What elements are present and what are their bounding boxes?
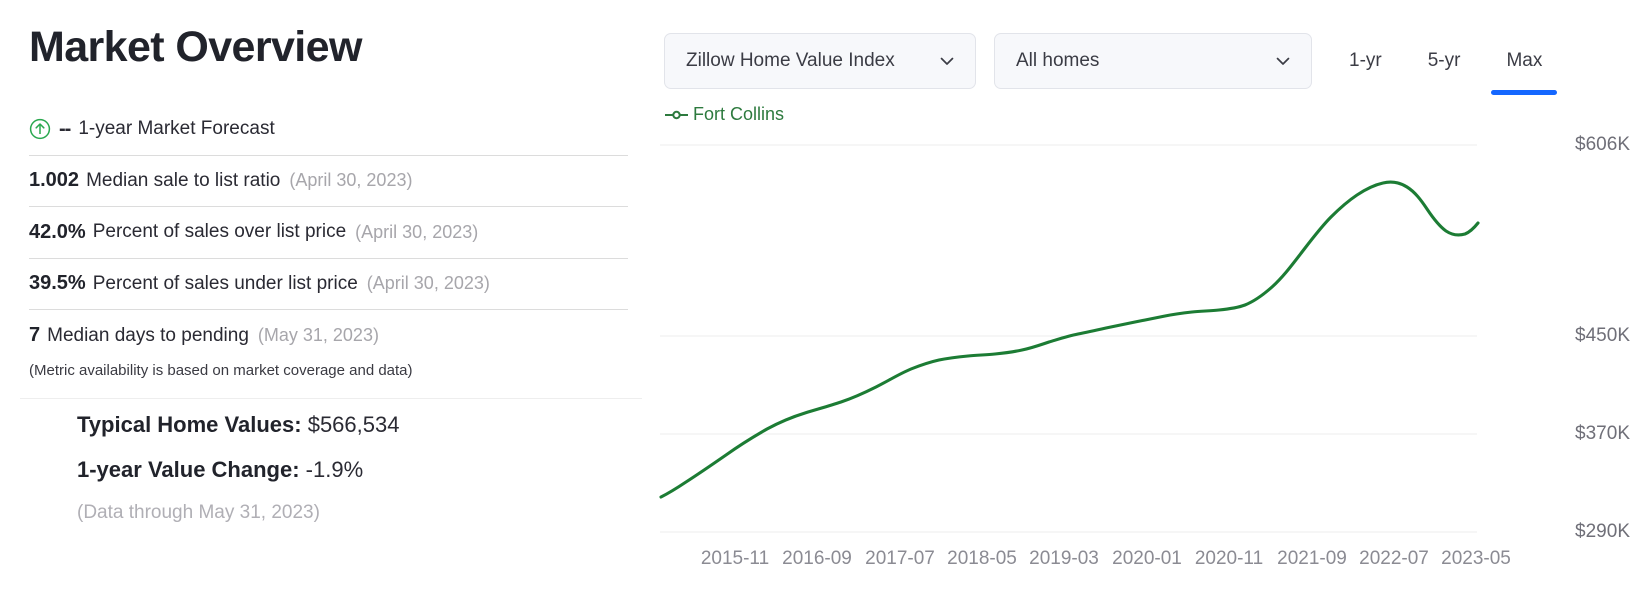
line-dot-marker-icon: [665, 110, 688, 119]
metric-label: Median days to pending: [47, 324, 249, 346]
chart-legend[interactable]: Fort Collins: [664, 104, 784, 125]
legend-label: Fort Collins: [693, 104, 785, 124]
x-axis-tick-label: 2015-11: [700, 548, 770, 569]
range-tabs: 1-yr 5-yr Max: [1326, 33, 1566, 95]
typical-home-values-row: Typical Home Values: $566,534: [77, 412, 637, 438]
summary-block: Typical Home Values: $566,534 1-year Val…: [77, 412, 637, 524]
chevron-down-icon: [940, 57, 954, 65]
metric-select[interactable]: Zillow Home Value Index: [664, 33, 976, 89]
typical-home-values-label: Typical Home Values:: [77, 412, 302, 437]
metric-date: (April 30, 2023): [289, 170, 413, 191]
line-chart-svg: [659, 144, 1480, 533]
x-axis-labels: 2015-11 2016-09 2017-07 2018-05 2019-03 …: [655, 548, 1644, 588]
chart-controls: Zillow Home Value Index All homes 1-yr 5…: [664, 33, 1566, 95]
x-axis-tick-label: 2022-07: [1359, 548, 1429, 569]
home-type-select[interactable]: All homes: [994, 33, 1312, 89]
metrics-list: -- 1-year Market Forecast 1.002 Median s…: [29, 104, 628, 362]
value-change-value: -1.9%: [305, 457, 364, 482]
forecast-label: 1-year Market Forecast: [78, 118, 275, 140]
x-axis-tick-label: 2021-09: [1277, 548, 1347, 569]
forecast-value: --: [59, 117, 71, 140]
value-change-label: 1-year Value Change:: [77, 457, 300, 482]
chart-line-fort-collins: [659, 180, 1480, 499]
page-title: Market Overview: [29, 23, 362, 71]
x-axis-tick-label: 2023-05: [1441, 548, 1511, 569]
tab-1-yr[interactable]: 1-yr: [1326, 33, 1405, 89]
metric-availability-note: (Metric availability is based on market …: [29, 362, 413, 379]
chart-plot-area: [655, 130, 1644, 550]
metric-select-value: Zillow Home Value Index: [686, 50, 895, 71]
metric-row: 39.5% Percent of sales under list price …: [29, 259, 628, 310]
chart-panel: Zillow Home Value Index All homes 1-yr 5…: [655, 0, 1644, 609]
metric-value: 42.0%: [29, 220, 86, 243]
tab-5-yr[interactable]: 5-yr: [1405, 33, 1484, 89]
metric-label: Percent of sales under list price: [92, 272, 358, 294]
metric-value: 39.5%: [29, 272, 86, 295]
metric-date: (May 31, 2023): [257, 325, 379, 346]
chevron-down-icon: [1276, 57, 1290, 65]
typical-home-values-value: $566,534: [307, 412, 400, 437]
data-through-note: (Data through May 31, 2023): [77, 502, 320, 523]
gridlines: [660, 144, 1477, 533]
tab-max[interactable]: Max: [1483, 33, 1566, 95]
x-axis-tick-label: 2020-01: [1112, 548, 1182, 569]
metric-row: 42.0% Percent of sales over list price (…: [29, 207, 628, 259]
metric-row-forecast: -- 1-year Market Forecast: [29, 104, 628, 156]
summary-divider: [20, 398, 642, 399]
metric-row: 7 Median days to pending (May 31, 2023): [29, 310, 628, 362]
metric-date: (April 30, 2023): [355, 221, 479, 242]
market-overview-page: Market Overview -- 1-year Market Forecas…: [0, 0, 1644, 609]
x-axis-tick-label: 2017-07: [865, 548, 935, 569]
metric-label: Percent of sales over list price: [92, 221, 347, 243]
metric-value: 1.002: [29, 169, 80, 192]
x-axis-tick-label: 2016-09: [782, 548, 852, 569]
x-axis-tick-label: 2020-11: [1194, 548, 1264, 569]
circle-arrow-up-icon: [29, 119, 51, 140]
x-axis-tick-label: 2018-05: [947, 548, 1017, 569]
metric-value: 7: [29, 324, 41, 347]
home-type-select-value: All homes: [1016, 50, 1100, 71]
metric-date: (April 30, 2023): [366, 273, 490, 294]
metric-label: Median sale to list ratio: [86, 169, 281, 191]
market-overview-panel: Market Overview -- 1-year Market Forecas…: [0, 0, 655, 609]
value-change-row: 1-year Value Change: -1.9%: [77, 457, 637, 483]
x-axis-tick-label: 2019-03: [1029, 548, 1099, 569]
metric-row: 1.002 Median sale to list ratio (April 3…: [29, 156, 628, 207]
